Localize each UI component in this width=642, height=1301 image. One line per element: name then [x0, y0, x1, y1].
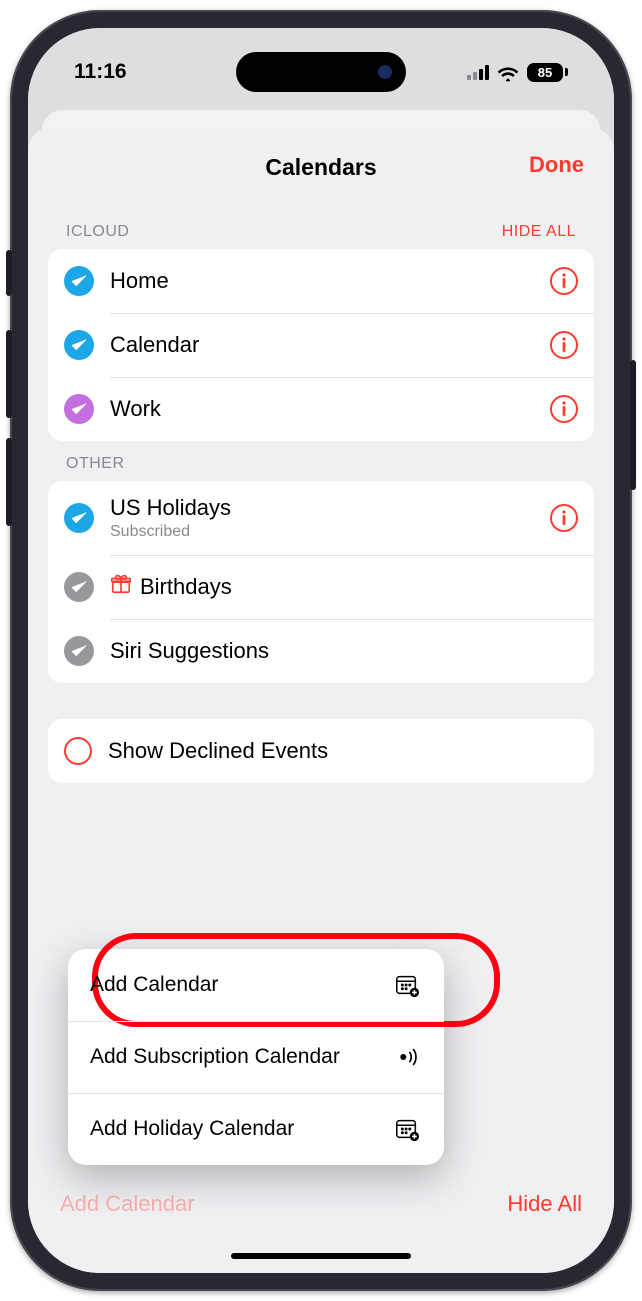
- calendar-row-home[interactable]: Home: [48, 249, 594, 313]
- checkmark-icon: [64, 503, 94, 533]
- calendar-row-birthdays[interactable]: Birthdays: [48, 555, 594, 619]
- other-calendar-group: US Holidays Subscribed: [48, 481, 594, 683]
- menu-item-label: Add Holiday Calendar: [90, 1116, 294, 1142]
- calendar-label: Birthdays: [140, 574, 232, 600]
- calendar-row-us-holidays[interactable]: US Holidays Subscribed: [48, 481, 594, 555]
- menu-item-label: Add Subscription Calendar: [90, 1044, 340, 1070]
- add-calendar-popover: Add Calendar Add Su: [68, 949, 444, 1165]
- calendar-label: Work: [110, 396, 534, 422]
- add-calendar-button[interactable]: Add Calendar: [60, 1191, 195, 1217]
- info-icon[interactable]: [550, 267, 578, 295]
- section-header-icloud: ICLOUD: [66, 223, 129, 241]
- status-time: 11:16: [74, 60, 127, 84]
- calendar-label: US Holidays: [110, 495, 534, 521]
- menu-item-add-holiday[interactable]: Add Holiday Calendar: [68, 1093, 444, 1165]
- calendar-row-work[interactable]: Work: [48, 377, 594, 441]
- screen: 11:16 85 Calendars Done: [28, 28, 614, 1273]
- checkmark-icon: [64, 572, 94, 602]
- checkmark-icon: [64, 266, 94, 296]
- checkmark-icon: [64, 394, 94, 424]
- calendar-row-siri-suggestions[interactable]: Siri Suggestions: [48, 619, 594, 683]
- calendar-label: Home: [110, 268, 534, 294]
- menu-item-add-subscription[interactable]: Add Subscription Calendar: [68, 1021, 444, 1093]
- calendar-label: Siri Suggestions: [110, 638, 578, 664]
- calendar-row-calendar[interactable]: Calendar: [48, 313, 594, 377]
- page-title: Calendars: [54, 154, 588, 181]
- info-icon[interactable]: [550, 395, 578, 423]
- calendar-add-icon: [392, 972, 422, 998]
- radio-icon: [64, 737, 92, 765]
- calendar-add-icon: [392, 1116, 422, 1142]
- gift-icon: [110, 573, 132, 601]
- broadcast-icon: [392, 1044, 422, 1070]
- show-declined-label: Show Declined Events: [108, 738, 578, 764]
- show-declined-row[interactable]: Show Declined Events: [48, 719, 594, 783]
- section-header-other: OTHER: [66, 455, 125, 473]
- wifi-icon: [497, 64, 519, 80]
- phone-frame: 11:16 85 Calendars Done: [10, 10, 632, 1291]
- cellular-icon: [467, 65, 489, 80]
- hide-all-button[interactable]: Hide All: [507, 1191, 582, 1217]
- home-indicator[interactable]: [231, 1253, 411, 1259]
- nav-bar: Calendars Done: [28, 146, 614, 199]
- calendars-sheet: Calendars Done ICLOUD HIDE ALL Home: [28, 128, 614, 1273]
- hide-all-icloud-button[interactable]: HIDE ALL: [502, 223, 576, 241]
- icloud-calendar-group: Home Calendar: [48, 249, 594, 441]
- info-icon[interactable]: [550, 504, 578, 532]
- menu-item-add-calendar[interactable]: Add Calendar: [68, 949, 444, 1021]
- done-button[interactable]: Done: [529, 152, 584, 178]
- battery-level: 85: [527, 63, 563, 82]
- calendar-label: Calendar: [110, 332, 534, 358]
- info-icon[interactable]: [550, 331, 578, 359]
- menu-item-label: Add Calendar: [90, 972, 218, 998]
- dynamic-island: [236, 52, 406, 92]
- checkmark-icon: [64, 636, 94, 666]
- declined-events-group: Show Declined Events: [48, 719, 594, 783]
- checkmark-icon: [64, 330, 94, 360]
- battery-icon: 85: [527, 63, 568, 82]
- calendar-sublabel: Subscribed: [110, 523, 534, 541]
